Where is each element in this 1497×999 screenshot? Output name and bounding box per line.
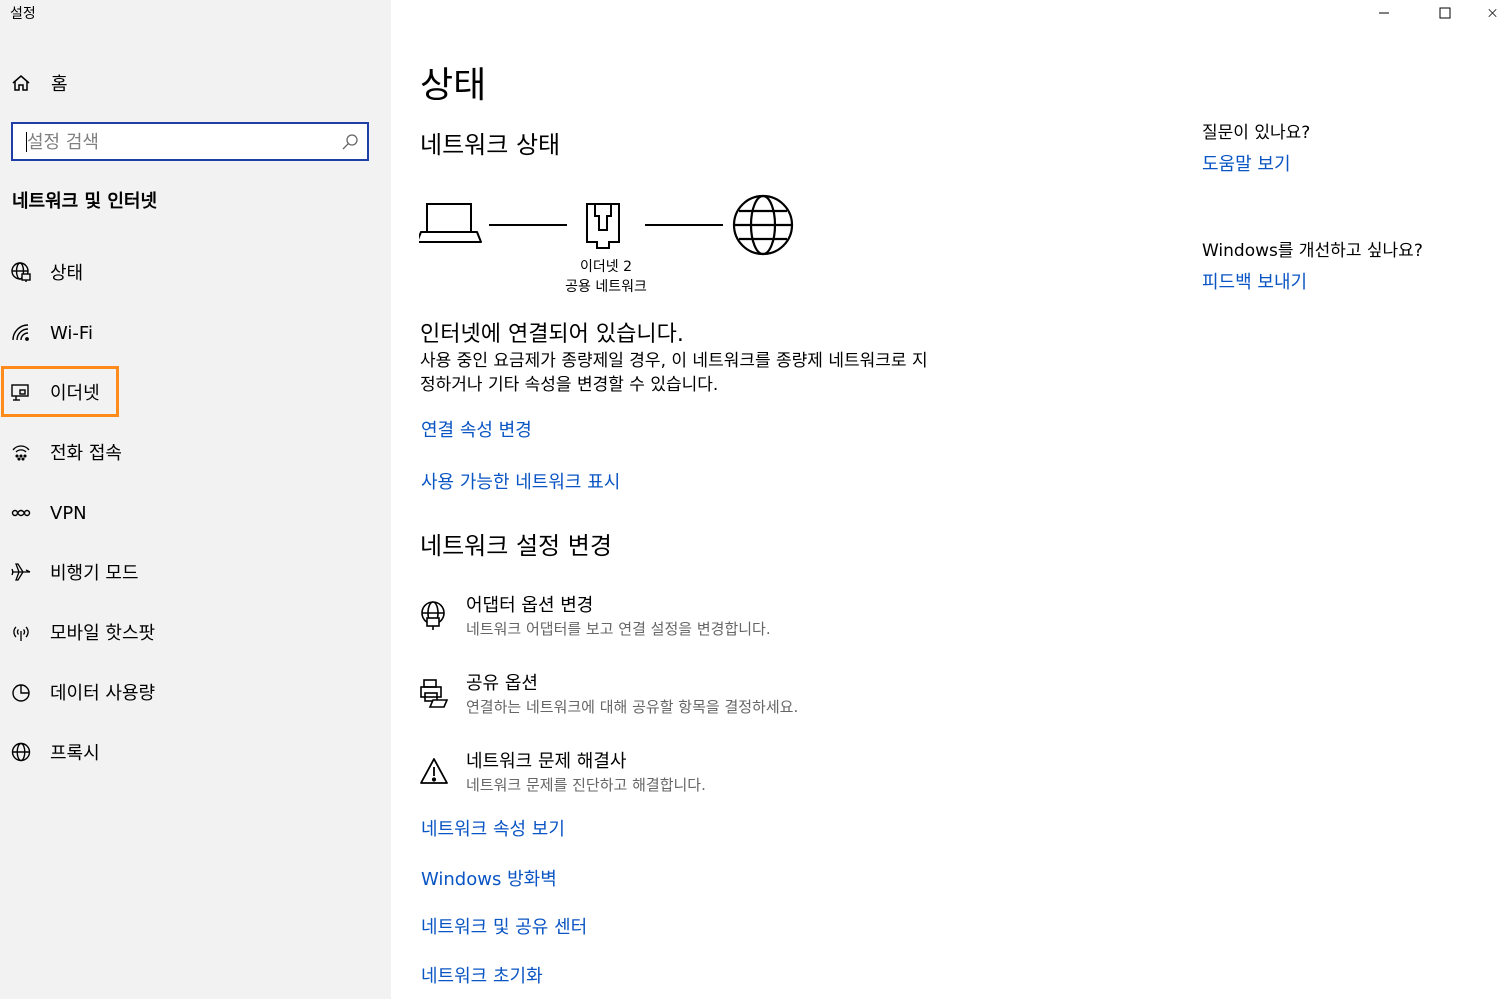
home-label: 홈 [51, 74, 68, 95]
change-connection-properties-link[interactable]: 연결 속성 변경 [421, 416, 532, 442]
get-help-link[interactable]: 도움말 보기 [1202, 150, 1291, 176]
network-troubleshooter-item[interactable]: 네트워크 문제 해결사 네트워크 문제를 진단하고 해결합니다. [419, 750, 706, 796]
sidebar-item-label: 비행기 모드 [50, 563, 139, 584]
sidebar-item-wifi[interactable]: Wi-Fi [0, 311, 391, 355]
improve-question: Windows를 개선하고 싶나요? [1202, 241, 1423, 261]
metered-description: 사용 중인 요금제가 종량제일 경우, 이 네트워크를 종량제 네트워크로 지정… [420, 351, 928, 395]
adapter-options-item[interactable]: 어댑터 옵션 변경 네트워크 어댑터를 보고 연결 설정을 변경합니다. [419, 594, 771, 640]
sidebar-item-status[interactable]: 상태 [0, 250, 391, 294]
ethernet-port-icon [586, 203, 620, 249]
home-icon [10, 72, 32, 94]
sidebar-item-label: 상태 [50, 263, 84, 284]
close-button[interactable] [1488, 0, 1497, 26]
option-subtitle: 네트워크 문제를 진단하고 해결합니다. [466, 776, 706, 794]
laptop-icon [419, 203, 482, 243]
adapter-info: 이더넷 2 공용 네트워크 [541, 257, 671, 297]
home-nav-item[interactable]: 홈 [10, 68, 68, 98]
selection-highlight-box [1, 366, 119, 417]
network-type: 공용 네트워크 [565, 279, 647, 295]
option-subtitle: 네트워크 어댑터를 보고 연결 설정을 변경합니다. [466, 620, 771, 638]
search-icon[interactable] [341, 133, 359, 151]
globe-icon [732, 194, 794, 256]
sidebar: 설정 홈 네트워크 및 인터넷 상태 [0, 0, 391, 999]
option-title: 어댑터 옵션 변경 [466, 595, 594, 616]
network-reset-link[interactable]: 네트워크 초기화 [421, 962, 543, 988]
view-network-properties-link[interactable]: 네트워크 속성 보기 [421, 815, 565, 841]
search-box[interactable] [11, 122, 369, 161]
main-content: 상태 네트워크 상태 이더넷 2 공용 네트워크 인터넷에 연결되어 있습니다.… [391, 0, 1497, 999]
sidebar-item-dial-up[interactable]: 전화 접속 [0, 430, 391, 474]
sidebar-item-airplane[interactable]: 비행기 모드 [0, 550, 391, 594]
help-question: 질문이 있나요? [1202, 123, 1311, 143]
windows-firewall-link[interactable]: Windows 방화벽 [421, 865, 557, 891]
maximize-button[interactable] [1430, 0, 1460, 26]
sidebar-item-label: 전화 접속 [50, 443, 122, 464]
search-input[interactable] [27, 129, 327, 155]
sidebar-item-label: 프록시 [50, 743, 100, 764]
connection-status-text: 인터넷에 연결되어 있습니다. [420, 322, 684, 347]
network-status-heading: 네트워크 상태 [420, 131, 561, 159]
sidebar-item-label: Wi-Fi [50, 322, 93, 344]
option-title: 공유 옵션 [466, 673, 538, 694]
sidebar-item-hotspot[interactable]: 모바일 핫스팟 [0, 610, 391, 654]
adapter-name: 이더넷 2 [580, 259, 632, 275]
minimize-button[interactable] [1369, 0, 1399, 26]
sidebar-item-label: 모바일 핫스팟 [50, 623, 156, 644]
sharing-options-item[interactable]: 공유 옵션 연결하는 네트워크에 대해 공유할 항목을 결정하세요. [419, 672, 798, 718]
change-settings-heading: 네트워크 설정 변경 [420, 532, 612, 560]
network-sharing-center-link[interactable]: 네트워크 및 공유 센터 [421, 913, 587, 939]
sidebar-item-data-usage[interactable]: 데이터 사용량 [0, 670, 391, 714]
proxy-icon [10, 741, 32, 763]
sidebar-item-proxy[interactable]: 프록시 [0, 730, 391, 774]
sidebar-item-label: VPN [50, 502, 87, 524]
vpn-icon [10, 502, 32, 524]
wifi-icon [10, 322, 32, 344]
hotspot-icon [10, 621, 32, 643]
option-subtitle: 연결하는 네트워크에 대해 공유할 항목을 결정하세요. [466, 698, 799, 716]
warning-icon [419, 756, 449, 790]
sidebar-item-label: 데이터 사용량 [50, 683, 156, 704]
dial-up-icon [10, 441, 32, 463]
page-title: 상태 [420, 65, 487, 106]
option-title: 네트워크 문제 해결사 [466, 751, 627, 772]
airplane-icon [10, 561, 32, 583]
data-usage-icon [10, 681, 32, 703]
sidebar-item-vpn[interactable]: VPN [0, 491, 391, 535]
show-available-networks-link[interactable]: 사용 가능한 네트워크 표시 [421, 468, 620, 494]
section-title: 네트워크 및 인터넷 [12, 191, 158, 212]
give-feedback-link[interactable]: 피드백 보내기 [1202, 268, 1307, 294]
app-title: 설정 [10, 6, 36, 22]
text-caret [26, 132, 27, 152]
adapter-globe-icon [419, 600, 449, 634]
globe-network-icon [10, 261, 32, 283]
sharing-printer-icon [419, 678, 449, 712]
